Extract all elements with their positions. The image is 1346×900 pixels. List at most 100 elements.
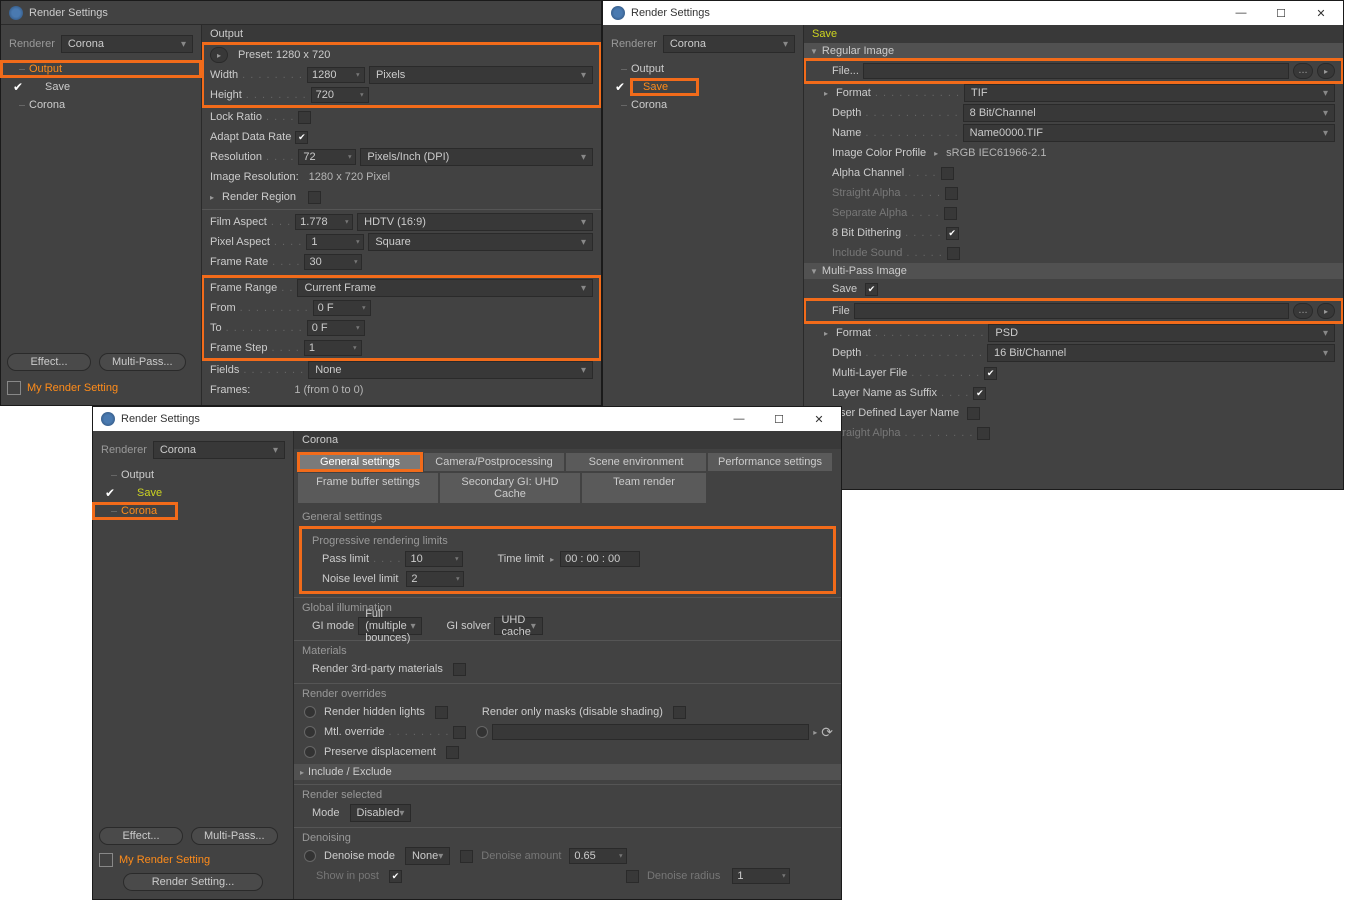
mp-file-browse-button[interactable]: ...: [1293, 303, 1313, 319]
masks-checkbox[interactable]: [673, 706, 686, 719]
width-input[interactable]: 1280: [307, 67, 365, 83]
framerate-input[interactable]: 30: [304, 254, 362, 270]
mtl-target-radio[interactable]: [476, 726, 488, 738]
tree-corona[interactable]: Corona: [603, 97, 803, 113]
preserve-checkbox[interactable]: [446, 746, 459, 759]
tab-secondary-gi[interactable]: Secondary GI: UHD Cache: [440, 473, 580, 503]
denoise-amount-toggle[interactable]: [460, 850, 473, 863]
mtl-override-checkbox[interactable]: [453, 726, 466, 739]
tree-corona[interactable]: Corona: [1, 97, 201, 113]
straight-alpha-checkbox[interactable]: [945, 187, 958, 200]
effect-button[interactable]: Effect...: [7, 353, 91, 371]
include-exclude-section[interactable]: Include / Exclude: [294, 764, 841, 780]
depth-dropdown[interactable]: 8 Bit/Channel: [963, 104, 1335, 122]
render-region-checkbox[interactable]: [308, 191, 321, 204]
resolution-input[interactable]: 72: [298, 149, 356, 165]
framerange-dropdown[interactable]: Current Frame: [297, 279, 593, 297]
file-input[interactable]: [863, 63, 1289, 79]
tree-save[interactable]: Save: [631, 79, 698, 95]
renderer-dropdown[interactable]: Corona: [61, 35, 193, 53]
hidden-lights-checkbox[interactable]: [435, 706, 448, 719]
time-limit-input[interactable]: 00 : 00 : 00: [560, 551, 640, 567]
titlebar[interactable]: Render Settings — ☐ ✕: [93, 407, 841, 431]
mtl-override-radio[interactable]: [304, 726, 316, 738]
titlebar[interactable]: Render Settings: [1, 1, 601, 25]
resolution-unit-dropdown[interactable]: Pixels/Inch (DPI): [360, 148, 593, 166]
hidden-lights-radio[interactable]: [304, 706, 316, 718]
mp-file-play-button[interactable]: [1317, 303, 1335, 319]
preset-button[interactable]: [210, 47, 228, 63]
show-post-checkbox[interactable]: ✔: [389, 870, 402, 883]
tree-save[interactable]: Save: [29, 79, 78, 95]
preserve-radio[interactable]: [304, 746, 316, 758]
denoise-mode-radio[interactable]: [304, 850, 316, 862]
width-unit-dropdown[interactable]: Pixels: [369, 66, 593, 84]
denoise-mode-dropdown[interactable]: None: [405, 847, 450, 865]
to-input[interactable]: 0 F: [307, 320, 365, 336]
close-button[interactable]: ✕: [805, 413, 833, 426]
dithering-checkbox[interactable]: ✔: [946, 227, 959, 240]
framestep-input[interactable]: 1: [304, 340, 362, 356]
pixel-aspect-dropdown[interactable]: Square: [368, 233, 593, 251]
gi-mode-dropdown[interactable]: Full (multiple bounces): [358, 617, 422, 635]
render-3rd-checkbox[interactable]: [453, 663, 466, 676]
adapt-checkbox[interactable]: ✔: [295, 131, 308, 144]
mp-format-dropdown[interactable]: PSD: [988, 324, 1335, 342]
my-render-setting[interactable]: My Render Setting: [119, 854, 210, 866]
tab-team-render[interactable]: Team render: [582, 473, 706, 503]
mp-straight-checkbox[interactable]: [977, 427, 990, 440]
from-input[interactable]: 0 F: [313, 300, 371, 316]
film-aspect-input[interactable]: 1.778: [295, 214, 353, 230]
denoise-radius-input[interactable]: 1: [732, 868, 790, 884]
multipass-section[interactable]: Multi-Pass Image: [804, 263, 1343, 279]
film-aspect-dropdown[interactable]: HDTV (16:9): [357, 213, 593, 231]
sound-checkbox[interactable]: [947, 247, 960, 260]
close-button[interactable]: ✕: [1307, 7, 1335, 20]
render-setting-button[interactable]: Render Setting...: [123, 873, 263, 891]
height-input[interactable]: 720: [311, 87, 369, 103]
minimize-button[interactable]: —: [1227, 7, 1255, 20]
fields-dropdown[interactable]: None: [308, 361, 593, 379]
gi-solver-dropdown[interactable]: UHD cache: [494, 617, 542, 635]
tab-camera[interactable]: Camera/Postprocessing: [424, 453, 564, 471]
denoise-amount-input[interactable]: 0.65: [569, 848, 627, 864]
pixel-aspect-input[interactable]: 1: [306, 234, 364, 250]
tree-output[interactable]: Output: [603, 61, 803, 77]
renderer-dropdown[interactable]: Corona: [153, 441, 285, 459]
name-dropdown[interactable]: Name0000.TIF: [963, 124, 1335, 142]
tab-performance[interactable]: Performance settings: [708, 453, 832, 471]
tree-save[interactable]: Save: [121, 485, 170, 501]
separate-alpha-checkbox[interactable]: [944, 207, 957, 220]
tab-framebuffer[interactable]: Frame buffer settings: [298, 473, 438, 503]
minimize-button[interactable]: —: [725, 413, 753, 426]
mode-dropdown[interactable]: Disabled: [350, 804, 412, 822]
tab-general[interactable]: General settings: [298, 453, 422, 471]
mp-file-input[interactable]: [854, 303, 1289, 319]
multipass-button[interactable]: Multi-Pass...: [191, 827, 278, 845]
tab-scene[interactable]: Scene environment: [566, 453, 706, 471]
tree-output[interactable]: Output: [93, 467, 293, 483]
tree-output[interactable]: Output: [1, 61, 201, 77]
pass-limit-input[interactable]: 10: [405, 551, 463, 567]
maximize-button[interactable]: ☐: [1267, 7, 1295, 20]
renderer-dropdown[interactable]: Corona: [663, 35, 795, 53]
regular-image-section[interactable]: Regular Image: [804, 43, 1343, 59]
file-browse-button[interactable]: ...: [1293, 63, 1313, 79]
mtl-override-input[interactable]: [492, 724, 809, 740]
denoise-radius-toggle[interactable]: [626, 870, 639, 883]
format-dropdown[interactable]: TIF: [964, 84, 1335, 102]
my-render-setting[interactable]: My Render Setting: [27, 382, 118, 394]
alpha-checkbox[interactable]: [941, 167, 954, 180]
lock-ratio-checkbox[interactable]: [298, 111, 311, 124]
multipass-button[interactable]: Multi-Pass...: [99, 353, 186, 371]
tree-corona[interactable]: Corona: [93, 503, 177, 519]
refresh-icon[interactable]: ⟳: [821, 724, 833, 741]
file-play-button[interactable]: [1317, 63, 1335, 79]
mp-multilayer-checkbox[interactable]: ✔: [984, 367, 997, 380]
effect-button[interactable]: Effect...: [99, 827, 183, 845]
noise-limit-input[interactable]: 2: [406, 571, 464, 587]
mp-depth-dropdown[interactable]: 16 Bit/Channel: [987, 344, 1335, 362]
titlebar[interactable]: Render Settings — ☐ ✕: [603, 1, 1343, 25]
mp-suffix-checkbox[interactable]: ✔: [973, 387, 986, 400]
maximize-button[interactable]: ☐: [765, 413, 793, 426]
